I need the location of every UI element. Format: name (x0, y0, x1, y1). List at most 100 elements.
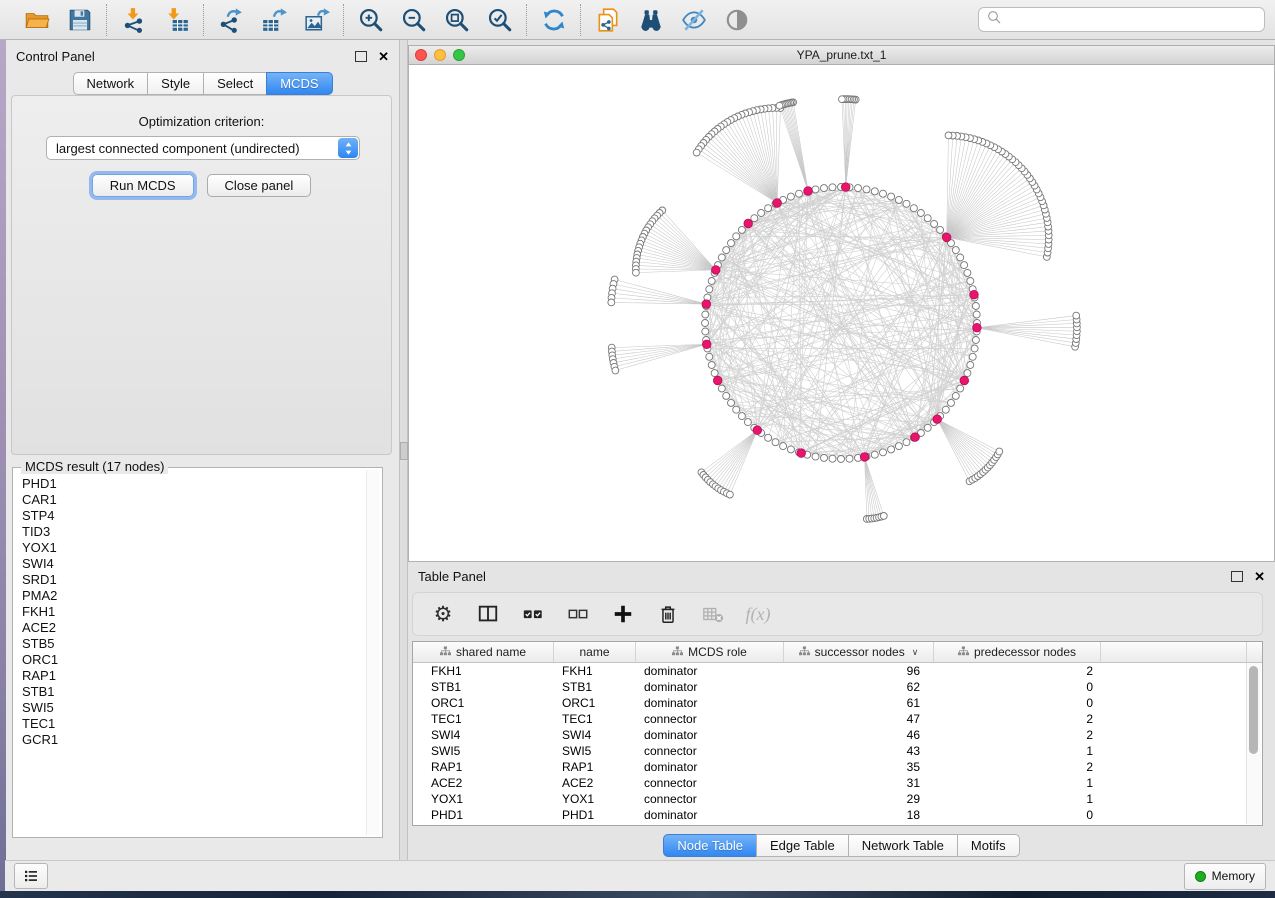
add-entry-icon[interactable] (611, 602, 635, 626)
table-cell[interactable]: ORC1 (554, 696, 636, 710)
network-graph[interactable] (409, 65, 1274, 561)
table-cell[interactable]: 2 (934, 760, 1101, 774)
table-row[interactable]: TEC1TEC1connector472 (413, 711, 1262, 727)
tab-network[interactable]: Network (72, 72, 148, 95)
result-list-item[interactable]: CAR1 (22, 492, 365, 508)
table-cell[interactable]: dominator (636, 664, 784, 678)
result-list-item[interactable]: ACE2 (22, 620, 365, 636)
result-list-item[interactable]: GCR1 (22, 732, 365, 748)
result-list-item[interactable]: STP4 (22, 508, 365, 524)
import-network-icon[interactable] (120, 6, 147, 33)
export-network-icon[interactable] (217, 6, 244, 33)
tab-mcds[interactable]: MCDS (266, 72, 332, 95)
clone-network-icon[interactable] (594, 6, 621, 33)
table-row[interactable]: YOX1YOX1connector291 (413, 791, 1262, 807)
table-tab-motifs[interactable]: Motifs (957, 834, 1020, 857)
table-row[interactable]: PHD1PHD1dominator180 (413, 807, 1262, 823)
table-cell[interactable]: PHD1 (413, 808, 554, 822)
table-cell[interactable]: TEC1 (554, 712, 636, 726)
search-input[interactable] (1006, 11, 1257, 28)
window-close-icon[interactable] (415, 49, 427, 61)
save-session-icon[interactable] (66, 6, 93, 33)
float-panel-icon[interactable] (355, 51, 367, 62)
table-cell[interactable]: 62 (784, 680, 934, 694)
table-cell[interactable]: SWI5 (554, 744, 636, 758)
hide-selected-icon[interactable] (680, 6, 707, 33)
delete-entry-icon[interactable] (656, 602, 680, 626)
table-cell[interactable]: ACE2 (413, 776, 554, 790)
table-cell[interactable]: 35 (784, 760, 934, 774)
criterion-dropdown[interactable]: largest connected component (undirected) (46, 136, 360, 160)
zoom-fit-icon[interactable] (443, 6, 470, 33)
table-cell[interactable]: YOX1 (554, 792, 636, 806)
result-list-item[interactable]: YOX1 (22, 540, 365, 556)
task-history-button[interactable] (14, 863, 48, 889)
window-minimize-icon[interactable] (434, 49, 446, 61)
table-cell[interactable]: connector (636, 776, 784, 790)
zoom-out-icon[interactable] (400, 6, 427, 33)
column-header-name[interactable]: name (554, 642, 636, 662)
table-cell[interactable]: STB1 (413, 680, 554, 694)
column-header-mcds-role[interactable]: MCDS role (636, 642, 784, 662)
table-cell[interactable]: 61 (784, 696, 934, 710)
table-cell[interactable]: 0 (934, 808, 1101, 822)
network-window-titlebar[interactable]: YPA_prune.txt_1 (408, 45, 1275, 65)
table-cell[interactable]: 46 (784, 728, 934, 742)
open-file-icon[interactable] (23, 6, 50, 33)
result-list-item[interactable]: PMA2 (22, 588, 365, 604)
result-list-item[interactable]: TEC1 (22, 716, 365, 732)
deselect-all-icon[interactable] (566, 602, 590, 626)
table-cell[interactable]: 0 (934, 680, 1101, 694)
table-cell[interactable]: 2 (934, 728, 1101, 742)
table-cell[interactable]: SWI4 (413, 728, 554, 742)
table-cell[interactable]: FKH1 (554, 664, 636, 678)
result-list-item[interactable]: TID3 (22, 524, 365, 540)
table-tab-edge-table[interactable]: Edge Table (756, 834, 849, 857)
splitter-grip[interactable] (400, 442, 408, 460)
column-header-spacer[interactable] (1101, 642, 1247, 662)
run-mcds-button[interactable]: Run MCDS (92, 174, 194, 197)
table-cell[interactable]: PHD1 (554, 808, 636, 822)
search-network-icon[interactable] (637, 6, 664, 33)
panel-splitter[interactable] (399, 40, 408, 860)
search-box[interactable] (978, 7, 1265, 32)
result-list-item[interactable]: SWI5 (22, 700, 365, 716)
table-cell[interactable]: 1 (934, 744, 1101, 758)
table-cell[interactable]: RAP1 (554, 760, 636, 774)
table-scrollbar[interactable] (1246, 663, 1261, 824)
result-list-item[interactable]: PHD1 (22, 476, 365, 492)
table-cell[interactable]: 2 (934, 712, 1101, 726)
zoom-selected-icon[interactable] (486, 6, 513, 33)
memory-button[interactable]: Memory (1184, 863, 1266, 890)
dropdown-stepper-icon[interactable] (338, 138, 358, 158)
network-canvas[interactable] (408, 65, 1275, 562)
zoom-in-icon[interactable] (357, 6, 384, 33)
import-table-icon[interactable] (163, 6, 190, 33)
table-scrollbar-thumb[interactable] (1249, 666, 1258, 754)
table-cell[interactable]: SWI5 (413, 744, 554, 758)
table-cell[interactable]: 43 (784, 744, 934, 758)
result-list-item[interactable]: FKH1 (22, 604, 365, 620)
result-list-item[interactable]: STB5 (22, 636, 365, 652)
table-cell[interactable]: FKH1 (413, 664, 554, 678)
table-cell[interactable]: connector (636, 792, 784, 806)
tab-style[interactable]: Style (147, 72, 204, 95)
table-cell[interactable]: dominator (636, 808, 784, 822)
table-cell[interactable]: 31 (784, 776, 934, 790)
result-list-item[interactable]: RAP1 (22, 668, 365, 684)
table-cell[interactable]: RAP1 (413, 760, 554, 774)
settings-icon[interactable]: ⚙ (431, 602, 455, 626)
close-panel-button[interactable]: Close panel (207, 174, 312, 197)
table-cell[interactable]: ORC1 (413, 696, 554, 710)
split-panel-icon[interactable] (476, 602, 500, 626)
close-table-panel-icon[interactable]: ✕ (1254, 570, 1265, 583)
result-list-item[interactable]: SWI4 (22, 556, 365, 572)
tab-select[interactable]: Select (203, 72, 267, 95)
result-list-item[interactable]: ORC1 (22, 652, 365, 668)
select-all-icon[interactable] (521, 602, 545, 626)
column-header-predecessor-nodes[interactable]: predecessor nodes (934, 642, 1101, 662)
result-list-item[interactable]: SRD1 (22, 572, 365, 588)
table-row[interactable]: SWI4SWI4dominator462 (413, 727, 1262, 743)
window-zoom-icon[interactable] (453, 49, 465, 61)
column-header-shared-name[interactable]: shared name (413, 642, 554, 662)
